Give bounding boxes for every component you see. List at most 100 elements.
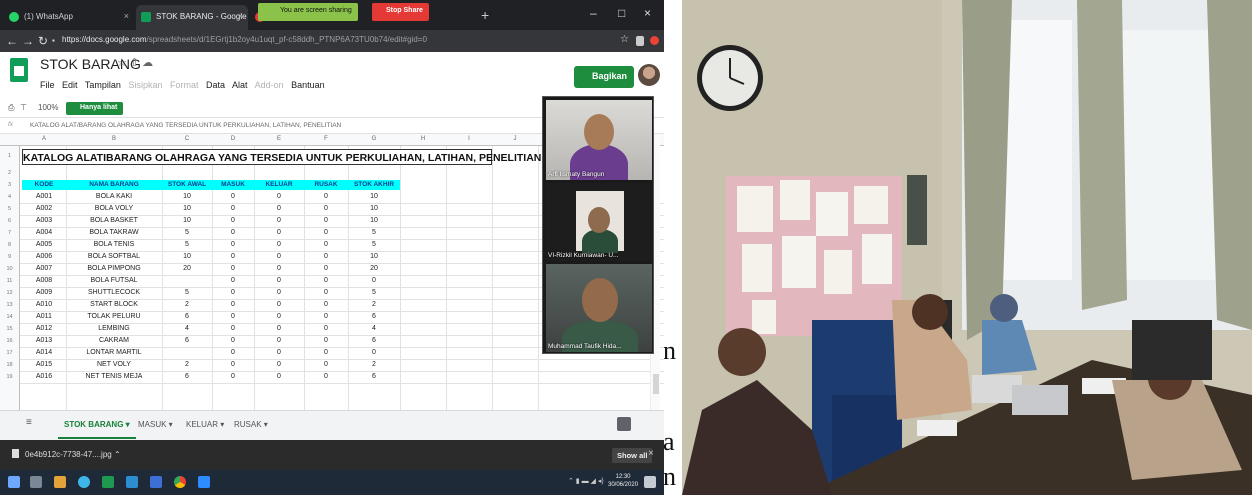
forward-arrow-icon[interactable]: → (22, 34, 34, 48)
cell-stok-akhir[interactable]: 5 (348, 289, 400, 296)
cell-rusak[interactable]: 0 (304, 277, 348, 284)
cell-stok-akhir[interactable]: 6 (348, 337, 400, 344)
cell-nama-barang[interactable]: CAKRAM (66, 337, 162, 344)
sheet-tab-masuk[interactable]: MASUK ▾ (138, 420, 173, 429)
cell-rusak[interactable]: 0 (304, 361, 348, 368)
zoom-app-icon[interactable] (198, 476, 210, 488)
cell-masuk[interactable]: 0 (212, 289, 254, 296)
cell-keluar[interactable]: 0 (254, 205, 304, 212)
print-icon[interactable]: ⎙ (8, 103, 14, 113)
cell-nama-barang[interactable]: BOLA KAKI (66, 193, 162, 200)
row-number[interactable]: 7 (0, 227, 20, 239)
cell-masuk[interactable]: 0 (212, 349, 254, 356)
column-letter[interactable]: B (66, 136, 162, 142)
cell-masuk[interactable]: 0 (212, 241, 254, 248)
cell-kode[interactable]: A012 (22, 325, 66, 332)
cell-kode[interactable]: A015 (22, 361, 66, 368)
cell-rusak[interactable]: 0 (304, 193, 348, 200)
cell-kode[interactable]: A008 (22, 277, 66, 284)
window-close-icon[interactable]: × (644, 6, 651, 20)
cell-kode[interactable]: A005 (22, 241, 66, 248)
participant-tile[interactable]: VI-Rizkil Kurniawan- U... (546, 183, 652, 261)
cell-stok-akhir[interactable]: 10 (348, 193, 400, 200)
cell-stok-awal[interactable]: 10 (162, 253, 212, 260)
cell-stok-awal[interactable]: 20 (162, 265, 212, 272)
system-tray[interactable]: ⌃ ▮ ▬ ◢ ◂) (568, 477, 604, 485)
cell-kode[interactable]: A007 (22, 265, 66, 272)
edge-icon[interactable] (78, 476, 90, 488)
cell-keluar[interactable]: 0 (254, 301, 304, 308)
cell-nama-barang[interactable]: LEMBING (66, 325, 162, 332)
stop-share-button[interactable]: Stop Share (372, 3, 429, 21)
cell-stok-akhir[interactable]: 5 (348, 229, 400, 236)
cell-rusak[interactable]: 0 (304, 337, 348, 344)
cell-keluar[interactable]: 0 (254, 325, 304, 332)
cell-nama-barang[interactable]: BOLA SOFTBAL (66, 253, 162, 260)
cell-nama-barang[interactable]: BOLA FUTSAL (66, 277, 162, 284)
cell-stok-awal[interactable]: 6 (162, 373, 212, 380)
reload-icon[interactable]: ↻ (38, 34, 48, 48)
row-number[interactable]: 1 (0, 146, 20, 167)
maximize-icon[interactable]: □ (618, 6, 625, 20)
cell-nama-barang[interactable]: LONTAR MARTIL (66, 349, 162, 356)
column-letter[interactable]: A (22, 136, 66, 142)
taskbar-clock[interactable]: 12:30 30/06/2020 (608, 473, 638, 489)
cell-keluar[interactable]: 0 (254, 217, 304, 224)
close-icon[interactable]: × (238, 11, 243, 21)
sheet-tab-stok-barang[interactable]: STOK BARANG ▾ (58, 420, 136, 439)
cell-nama-barang[interactable]: NET TENIS MEJA (66, 373, 162, 380)
cell-stok-awal[interactable]: 5 (162, 229, 212, 236)
url-field[interactable]: https://docs.google.com/spreadsheets/d/1… (62, 35, 427, 44)
filter-icon[interactable]: ⊤ (20, 103, 27, 112)
row-number[interactable]: 11 (0, 275, 20, 287)
tab-stok-barang[interactable]: STOK BARANG - Google Spreadsh × (136, 5, 248, 30)
cell-keluar[interactable]: 0 (254, 229, 304, 236)
column-letter[interactable]: I (446, 136, 492, 142)
menu-help[interactable]: Bantuan (291, 80, 325, 90)
file-explorer-icon[interactable] (126, 476, 138, 488)
cell-kode[interactable]: A010 (22, 301, 66, 308)
cell-rusak[interactable]: 0 (304, 229, 348, 236)
menu-tools[interactable]: Alat (232, 80, 248, 90)
avatar[interactable] (638, 64, 660, 86)
cell-keluar[interactable]: 0 (254, 349, 304, 356)
cell-masuk[interactable]: 0 (212, 193, 254, 200)
cell-kode[interactable]: A014 (22, 349, 66, 356)
row-number[interactable]: 4 (0, 191, 20, 203)
close-icon[interactable]: × (124, 11, 129, 21)
cell-masuk[interactable]: 0 (212, 301, 254, 308)
column-letter[interactable]: C (162, 136, 212, 142)
star-icon[interactable]: ☆ (117, 57, 130, 69)
row-number[interactable]: 15 (0, 323, 20, 335)
participant-tile[interactable]: Muhammad Taufik Hida... (546, 264, 652, 352)
star-icon[interactable]: ☆ (620, 34, 629, 45)
cell-rusak[interactable]: 0 (304, 253, 348, 260)
cell-stok-akhir[interactable]: 0 (348, 277, 400, 284)
cell-kode[interactable]: A016 (22, 373, 66, 380)
cell-rusak[interactable]: 0 (304, 313, 348, 320)
windows-start-icon[interactable] (8, 476, 20, 488)
catalog-title-cell[interactable]: KATALOG ALATIBARANG OLAHRAGA YANG TERSED… (22, 149, 541, 165)
row-number[interactable]: 5 (0, 203, 20, 215)
header-stok-akhir[interactable]: STOK AKHIR (348, 180, 400, 190)
cell-stok-awal[interactable]: 4 (162, 325, 212, 332)
sheets-logo-icon[interactable] (10, 58, 28, 82)
zoom-select[interactable]: 100% (38, 103, 58, 112)
share-button[interactable]: Bagikan (574, 66, 634, 88)
row-number[interactable]: 13 (0, 299, 20, 311)
menu-data[interactable]: Data (206, 80, 225, 90)
cell-keluar[interactable]: 0 (254, 289, 304, 296)
cell-keluar[interactable]: 0 (254, 361, 304, 368)
scroll-thumb[interactable] (653, 374, 659, 394)
cell-keluar[interactable]: 0 (254, 313, 304, 320)
cell-stok-akhir[interactable]: 2 (348, 361, 400, 368)
row-number[interactable]: 19 (0, 371, 20, 410)
cell-kode[interactable]: A011 (22, 313, 66, 320)
cell-nama-barang[interactable]: SHUTTLECOCK (66, 289, 162, 296)
column-letter[interactable]: F (304, 136, 348, 142)
cell-masuk[interactable]: 0 (212, 253, 254, 260)
cell-stok-akhir[interactable]: 6 (348, 373, 400, 380)
cell-masuk[interactable]: 0 (212, 325, 254, 332)
row-number[interactable]: 18 (0, 359, 20, 371)
cell-stok-awal[interactable]: 6 (162, 337, 212, 344)
